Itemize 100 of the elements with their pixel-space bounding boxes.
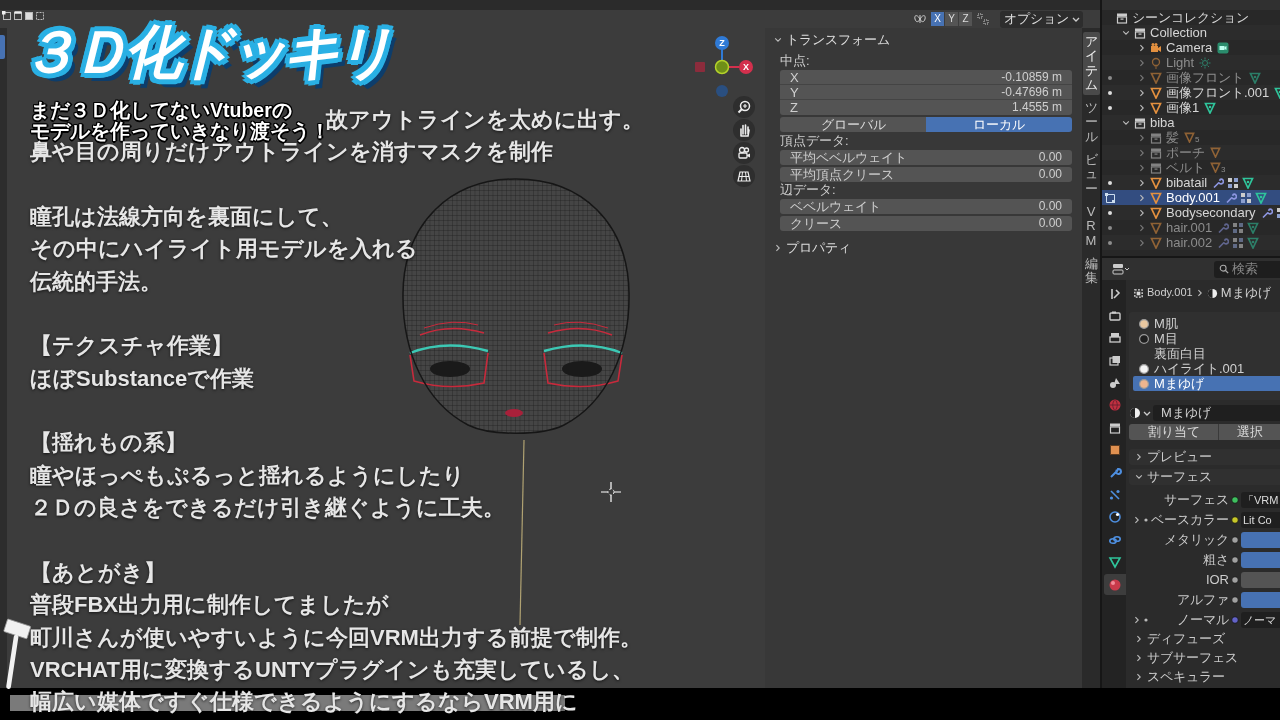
material-slot[interactable]: ハイライト.001 [1133,361,1280,376]
socket-icon[interactable] [1231,556,1239,564]
sidebar-tab[interactable]: アイテム [1082,32,1100,96]
sidebar-tab[interactable]: VRM [1082,201,1100,251]
socket-icon[interactable] [1231,596,1239,604]
grid-icon[interactable] [1239,191,1252,204]
outliner-row[interactable]: Light [1102,55,1280,70]
sidebar-tab[interactable]: ツール [1082,98,1100,148]
section-header[interactable]: スペキュラー [1129,669,1280,685]
chevron-down-icon[interactable] [774,36,782,44]
dot-icon[interactable] [1108,105,1112,110]
chevron-right-icon[interactable] [1135,635,1143,643]
dot-icon[interactable] [1108,225,1112,230]
wrench-icon[interactable] [1217,236,1230,249]
chevron-right-icon[interactable] [1138,88,1146,97]
chevron-right-icon[interactable] [1135,654,1143,662]
chevron-right-icon[interactable] [1138,163,1146,172]
chevron-right-icon[interactable] [1138,208,1146,217]
dot-icon[interactable] [1108,90,1112,95]
number-field[interactable]: クリース 0.00 [780,216,1072,231]
chevron-right-icon[interactable] [1138,73,1146,82]
material-slot[interactable]: M目 [1133,331,1280,346]
navigation-gizmo[interactable]: Z X [693,33,755,99]
section-header[interactable]: サーフェス [1129,469,1280,485]
search-input[interactable]: 検索 [1232,261,1276,277]
options-dropdown[interactable]: オプション [1000,10,1083,28]
number-field[interactable]: ベベルウェイト 0.00 [780,199,1072,214]
outliner-row[interactable]: ポーチ [1102,145,1280,160]
outliner-row[interactable]: biba [1102,115,1280,130]
link-field[interactable]: ノーマ [1241,612,1280,628]
value-field[interactable] [1241,592,1280,608]
caret-icon[interactable] [1143,409,1151,417]
sidebar-tab[interactable]: ビュー [1082,150,1100,199]
section-header[interactable]: プレビュー [1129,449,1280,465]
panels-icon[interactable] [1112,263,1130,275]
zoom-button[interactable] [733,96,755,118]
section-header[interactable]: ディフューズ [1129,631,1280,647]
sun-icon[interactable] [1199,56,1212,69]
chevron-right-icon[interactable] [1138,223,1146,232]
dot-icon[interactable] [1108,240,1112,245]
grid-icon[interactable] [1232,221,1245,234]
chevron-down-icon[interactable] [1122,118,1130,127]
chevron-right-icon[interactable] [1135,453,1143,461]
dot-icon[interactable] [1108,210,1112,215]
socket-icon[interactable] [1231,536,1239,544]
outliner-row[interactable]: hair.002 [1102,235,1280,250]
outliner-row[interactable]: Collection [1102,25,1280,40]
chevron-right-icon[interactable] [1138,238,1146,247]
dotted-squares-icon[interactable] [977,13,989,25]
linked-squares-icon[interactable] [1104,191,1116,204]
chevron-right-icon[interactable] [1133,616,1141,624]
pan-button[interactable] [733,119,755,141]
dot-icon[interactable] [1108,75,1112,80]
material-name-field[interactable]: Mまゆげ [1153,405,1280,421]
chevron-right-icon[interactable] [1138,58,1146,67]
select-button[interactable]: 選択 [1219,424,1280,440]
chevron-right-icon[interactable] [774,244,782,252]
half-circle-icon[interactable] [1129,407,1141,419]
properties-tab[interactable] [1104,574,1126,596]
chevron-right-icon[interactable] [1195,289,1204,297]
number-field[interactable]: X -0.10859 m [780,70,1072,85]
chevron-right-icon[interactable] [1138,43,1146,52]
grid-icon[interactable] [1227,176,1240,189]
select-mode-icon[interactable] [2,11,12,21]
material-slot[interactable]: M肌 [1133,316,1280,331]
butterfly-icon[interactable] [914,13,926,25]
section-header[interactable]: サブサーフェス [1129,650,1280,666]
camera-view-button[interactable] [733,142,755,164]
number-field[interactable]: 平均頂点クリース 0.00 [780,167,1072,182]
axis-toggle[interactable]: X [931,12,944,26]
chevron-down-icon[interactable] [1135,473,1143,481]
search-field[interactable]: 検索 [1214,260,1280,278]
dot-icon[interactable] [1108,180,1112,185]
camera-tile-icon[interactable] [1217,41,1230,54]
axis-toggle[interactable]: Y [945,12,958,26]
chevron-right-icon[interactable] [1138,148,1146,157]
wrench-icon[interactable] [1260,206,1273,219]
outliner-row[interactable]: 画像フロント.001 [1102,85,1280,100]
chevron-right-icon[interactable] [1138,178,1146,187]
socket-icon[interactable] [1231,496,1239,504]
axis-toggle[interactable]: Z [959,12,972,26]
chevron-right-icon[interactable] [1138,133,1146,142]
socket-icon[interactable] [1231,576,1239,584]
chevron-right-icon[interactable] [1138,103,1146,112]
outliner-row[interactable]: bibatail [1102,175,1280,190]
panel-header[interactable]: プロパティ [786,240,851,256]
socket-icon[interactable] [1231,516,1239,524]
outliner-row[interactable]: Body.001 [1102,190,1280,205]
outliner-row[interactable]: Bodysecondary [1102,205,1280,220]
chevron-right-icon[interactable] [1138,193,1146,202]
link-field[interactable]: 「VRM [1241,492,1280,508]
select-mode-icon[interactable] [13,11,23,21]
space-toggle[interactable]: グローバル [780,117,926,132]
chevron-right-icon[interactable] [1135,673,1143,681]
value-field[interactable] [1241,552,1280,568]
space-toggle[interactable]: ローカル [926,117,1072,132]
chevron-right-icon[interactable] [1133,516,1141,524]
wrench-icon[interactable] [1212,176,1225,189]
assign-button[interactable]: 割り当て [1129,424,1219,440]
material-slot[interactable]: Mまゆげ [1133,376,1280,391]
